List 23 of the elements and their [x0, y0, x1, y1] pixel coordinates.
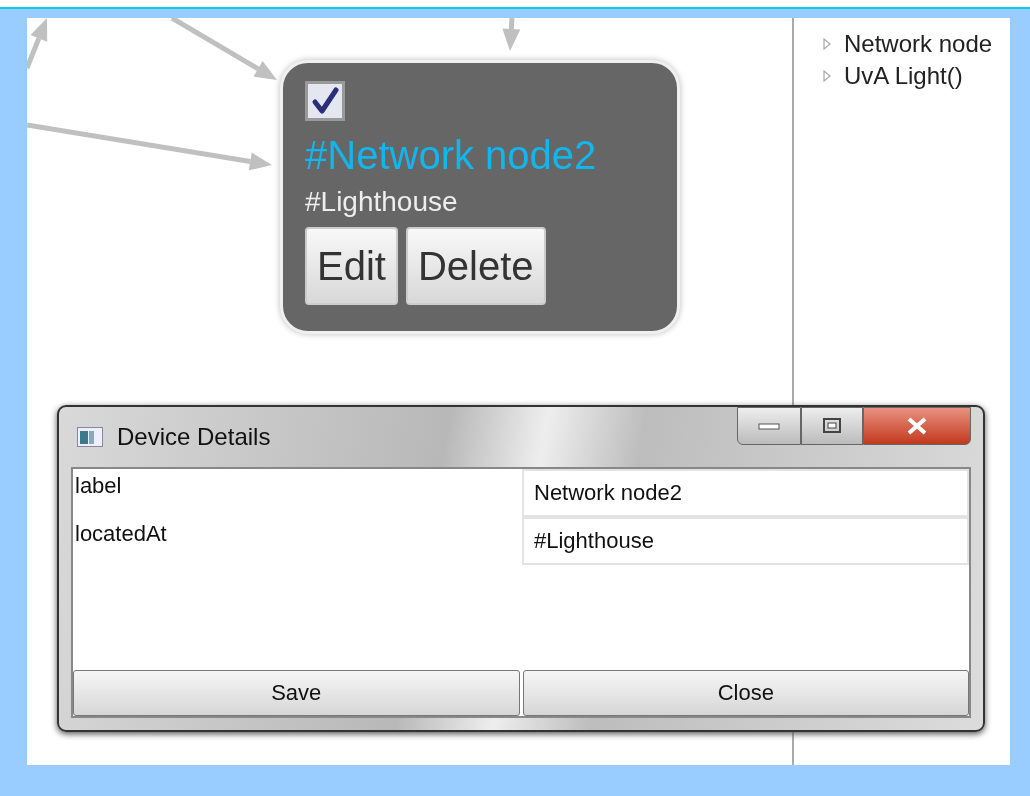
- close-button[interactable]: Close: [522, 670, 969, 716]
- maximize-button[interactable]: [801, 407, 863, 445]
- minimize-button[interactable]: [737, 407, 801, 445]
- close-icon: [906, 417, 928, 435]
- close-button[interactable]: [863, 407, 971, 445]
- window-icon: [77, 427, 103, 447]
- text-field[interactable]: #Lighthouse: [522, 517, 969, 565]
- save-button[interactable]: Save: [73, 670, 520, 716]
- edit-button[interactable]: Edit: [305, 227, 398, 305]
- text-field[interactable]: Network node2: [522, 469, 969, 517]
- maximize-icon: [821, 417, 843, 435]
- window-title: Device Details: [117, 423, 271, 451]
- node-subtitle: #Lighthouse: [305, 185, 458, 219]
- checkbox[interactable]: [305, 81, 345, 121]
- arrow: [502, 18, 521, 51]
- node-title: #Network node2: [305, 132, 597, 179]
- tree-item[interactable]: UvA Light(): [844, 62, 963, 90]
- arrow: [27, 18, 48, 69]
- tree-item[interactable]: Network node: [844, 30, 993, 58]
- field-label: label: [74, 472, 123, 500]
- delete-button[interactable]: Delete: [405, 227, 546, 305]
- minimize-icon: [758, 421, 780, 431]
- field-label: locatedAt: [74, 520, 168, 548]
